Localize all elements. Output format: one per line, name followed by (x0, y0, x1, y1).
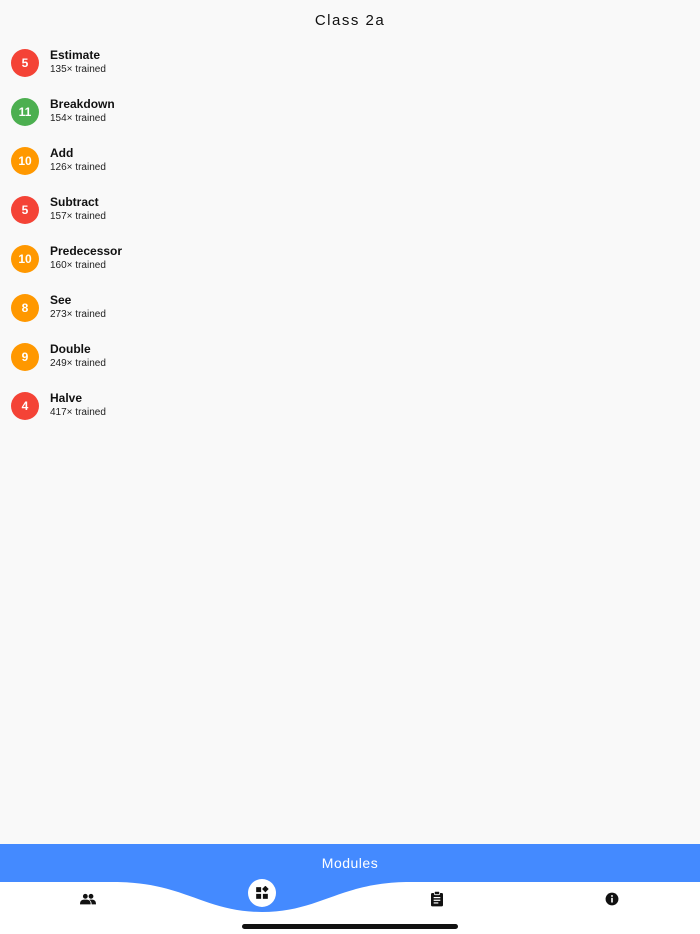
level-badge: 4 (11, 391, 39, 420)
people-icon (80, 893, 96, 905)
nav-people-button[interactable] (73, 884, 103, 914)
level-badge: 8 (11, 293, 39, 322)
trained-count: 157× trained (50, 211, 106, 222)
list-item[interactable]: 10 Predecessor 160× trained (0, 234, 700, 283)
home-indicator (242, 924, 458, 929)
trained-count: 135× trained (50, 64, 106, 75)
module-name: Estimate (50, 48, 101, 62)
trained-count: 273× trained (50, 309, 106, 320)
list-item[interactable]: 4 Halve 417× trained (0, 381, 700, 430)
list-item[interactable]: 5 Estimate 135× trained (0, 38, 700, 87)
module-name: Halve (50, 391, 83, 405)
module-name: See (50, 293, 72, 307)
trained-count: 154× trained (50, 113, 106, 124)
list-item[interactable]: 10 Add 126× trained (0, 136, 700, 185)
app-root: Class 2a 5 Estimate 135× trained 11 Brea… (0, 0, 700, 934)
bottom-navigation: Modules (0, 844, 700, 934)
nav-info-button[interactable] (597, 884, 627, 914)
list-item[interactable]: 8 See 273× trained (0, 283, 700, 332)
level-badge: 5 (11, 48, 39, 77)
clipboard-icon (431, 891, 443, 907)
module-name: Subtract (50, 195, 99, 209)
bottom-bar-title: Modules (321, 855, 379, 871)
level-badge: 5 (11, 195, 39, 224)
module-name: Predecessor (50, 244, 123, 258)
module-name: Add (50, 146, 74, 160)
list-item[interactable]: 9 Double 249× trained (0, 332, 700, 381)
trained-count: 249× trained (50, 358, 106, 369)
page-title: Class 2a (314, 11, 386, 29)
level-badge: 10 (11, 146, 39, 175)
nav-clipboard-button[interactable] (422, 884, 452, 914)
trained-count: 160× trained (50, 260, 106, 271)
trained-count: 417× trained (50, 407, 106, 418)
header: Class 2a (0, 0, 700, 40)
module-list: 5 Estimate 135× trained 11 Breakdown 154… (0, 38, 700, 430)
level-badge: 10 (11, 244, 39, 273)
widgets-icon (256, 886, 269, 899)
module-name: Breakdown (50, 97, 115, 111)
info-icon (605, 892, 619, 906)
module-name: Double (50, 342, 91, 356)
level-badge: 11 (11, 97, 39, 126)
trained-count: 126× trained (50, 162, 106, 173)
level-badge: 9 (11, 342, 39, 371)
list-item[interactable]: 11 Breakdown 154× trained (0, 87, 700, 136)
list-item[interactable]: 5 Subtract 157× trained (0, 185, 700, 234)
nav-modules-button[interactable] (248, 879, 276, 907)
